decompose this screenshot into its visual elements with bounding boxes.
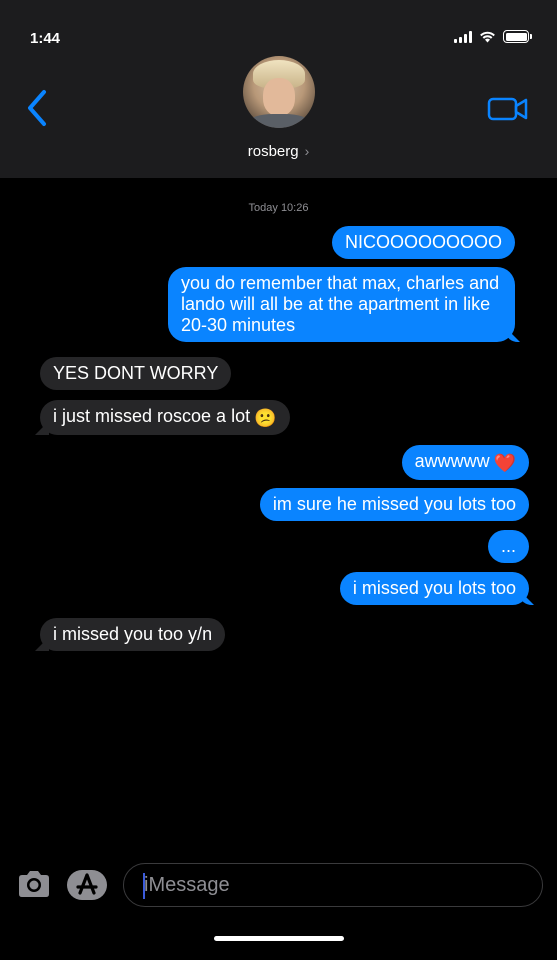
message-text: you do remember that max, charles and la… [181, 273, 500, 335]
battery-icon [503, 30, 532, 43]
contact-name-label: rosberg [247, 143, 299, 160]
message-text: NICOOOOOOOOO [344, 232, 502, 252]
conversation-header: 1:44 rosberg › [0, 0, 557, 178]
status-icons [454, 30, 532, 43]
contact-name[interactable]: rosberg › [0, 143, 557, 160]
message-bubble-sent[interactable]: you do remember that max, charles and la… [168, 267, 515, 342]
message-bubble-sent[interactable]: NICOOOOOOOOO [331, 226, 515, 259]
confused-face-emoji: 😕 [254, 408, 277, 428]
cellular-signal-icon [454, 30, 472, 43]
message-text: i just missed roscoe a lot [53, 406, 251, 426]
message-input[interactable] [123, 863, 543, 907]
text-cursor [143, 873, 145, 899]
wifi-icon [480, 31, 495, 42]
message-text: im sure he missed you lots too [272, 494, 516, 514]
status-time: 1:44 [30, 30, 61, 47]
message-bubble-sent[interactable]: ... [487, 530, 529, 563]
message-bubble-sent[interactable]: i missed you lots too [339, 572, 529, 605]
message-bubble-received[interactable]: i missed you too y/n [40, 618, 226, 651]
message-text: YES DONT WORRY [53, 363, 219, 383]
message-text: ... [500, 536, 516, 556]
chevron-right-icon: › [304, 143, 310, 159]
message-bubble-sent[interactable]: awwwww ❤️ [401, 445, 529, 480]
message-bubble-sent[interactable]: im sure he missed you lots too [259, 488, 529, 521]
message-text: awwwww [414, 451, 490, 471]
back-chevron-icon[interactable] [24, 88, 54, 128]
contact-avatar[interactable] [243, 56, 315, 128]
message-text: i missed you too y/n [53, 624, 213, 644]
app-store-icon[interactable] [66, 869, 108, 901]
video-camera-icon[interactable] [487, 96, 529, 122]
camera-icon[interactable] [17, 870, 51, 898]
red-heart-emoji: ❤️ [493, 453, 516, 473]
message-bubble-received[interactable]: YES DONT WORRY [40, 357, 232, 390]
message-timestamp: Today 10:26 [248, 202, 309, 214]
home-indicator[interactable] [214, 936, 344, 941]
message-bubble-received[interactable]: i just missed roscoe a lot 😕 [40, 400, 290, 435]
message-text: i missed you lots too [352, 578, 516, 598]
